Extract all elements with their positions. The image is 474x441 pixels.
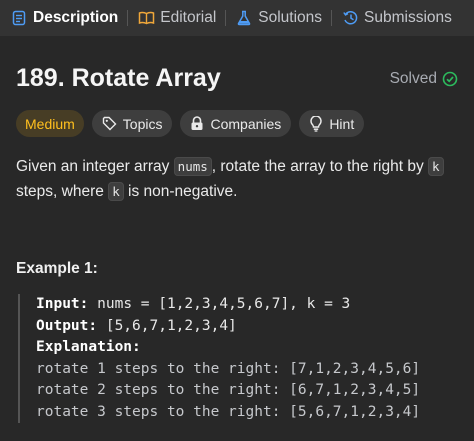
input-value: nums = [1,2,3,4,5,6,7], k = 3 bbox=[97, 296, 351, 312]
hint-button[interactable]: Hint bbox=[299, 110, 365, 137]
topics-label: Topics bbox=[122, 115, 163, 132]
tab-label: Description bbox=[33, 9, 119, 26]
input-label: Input: bbox=[36, 296, 89, 312]
lock-icon bbox=[190, 116, 204, 131]
example-output-line: Output: [5,6,7,1,2,3,4] bbox=[36, 316, 458, 338]
tag-icon bbox=[102, 116, 117, 131]
history-icon bbox=[341, 9, 359, 27]
problem-title[interactable]: 189. Rotate Array bbox=[16, 64, 221, 93]
inline-code: nums bbox=[173, 157, 212, 176]
explanation-step: rotate 3 steps to the right: [5,6,7,1,2,… bbox=[36, 403, 421, 420]
tab-divider bbox=[225, 10, 227, 26]
description-text: Given an integer array bbox=[16, 158, 174, 175]
topics-button[interactable]: Topics bbox=[91, 110, 173, 137]
tab-bar: Description Editorial Solutions Submissi… bbox=[0, 0, 474, 36]
flask-icon bbox=[235, 9, 253, 27]
companies-button[interactable]: Companies bbox=[180, 110, 292, 137]
tab-label: Solutions bbox=[258, 9, 323, 26]
example-explanation-line: Explanation: bbox=[36, 337, 458, 359]
tab-divider bbox=[127, 10, 129, 26]
check-circle-icon bbox=[442, 71, 458, 87]
output-label: Output: bbox=[36, 317, 98, 334]
explanation-step: rotate 1 steps to the right: [7,1,2,3,4,… bbox=[36, 360, 421, 377]
description-text: steps, where bbox=[16, 183, 109, 200]
description-text: , rotate the array to the right by bbox=[211, 158, 429, 175]
example-title: Example 1: bbox=[16, 260, 98, 277]
output-value: [5,6,7,1,2,3,4] bbox=[105, 317, 237, 334]
tab-solutions[interactable]: Solutions bbox=[235, 9, 322, 27]
difficulty-badge: Medium bbox=[16, 110, 84, 137]
example-block: Input: nums = [1,2,3,4,5,6,7], k = 3 Out… bbox=[18, 294, 458, 423]
explanation-label: Explanation: bbox=[36, 339, 141, 355]
solved-label: Solved bbox=[389, 69, 437, 87]
explanation-step: rotate 2 steps to the right: [6,7,1,2,3,… bbox=[36, 382, 421, 398]
tab-description[interactable]: Description bbox=[10, 9, 118, 27]
lightbulb-icon bbox=[309, 115, 323, 132]
companies-label: Companies bbox=[210, 115, 282, 132]
hint-label: Hint bbox=[329, 115, 355, 132]
inline-code: k bbox=[108, 182, 124, 201]
inline-code: k bbox=[428, 157, 444, 176]
tab-editorial[interactable]: Editorial bbox=[137, 9, 216, 27]
tab-label: Editorial bbox=[160, 9, 217, 26]
example-input-line: Input: nums = [1,2,3,4,5,6,7], k = 3 bbox=[36, 294, 458, 316]
tab-label: Submissions bbox=[364, 9, 452, 26]
description-text: is non-negative. bbox=[123, 183, 238, 200]
problem-description: Given an integer array nums, rotate the … bbox=[16, 154, 458, 204]
solved-status: Solved bbox=[390, 70, 458, 88]
description-icon bbox=[10, 9, 28, 27]
tag-chips: Medium Topics Companies Hint bbox=[16, 110, 365, 137]
tab-submissions[interactable]: Submissions bbox=[341, 9, 452, 27]
book-icon bbox=[137, 9, 155, 27]
title-row: 189. Rotate Array Solved bbox=[16, 64, 458, 93]
tab-divider bbox=[331, 10, 333, 26]
